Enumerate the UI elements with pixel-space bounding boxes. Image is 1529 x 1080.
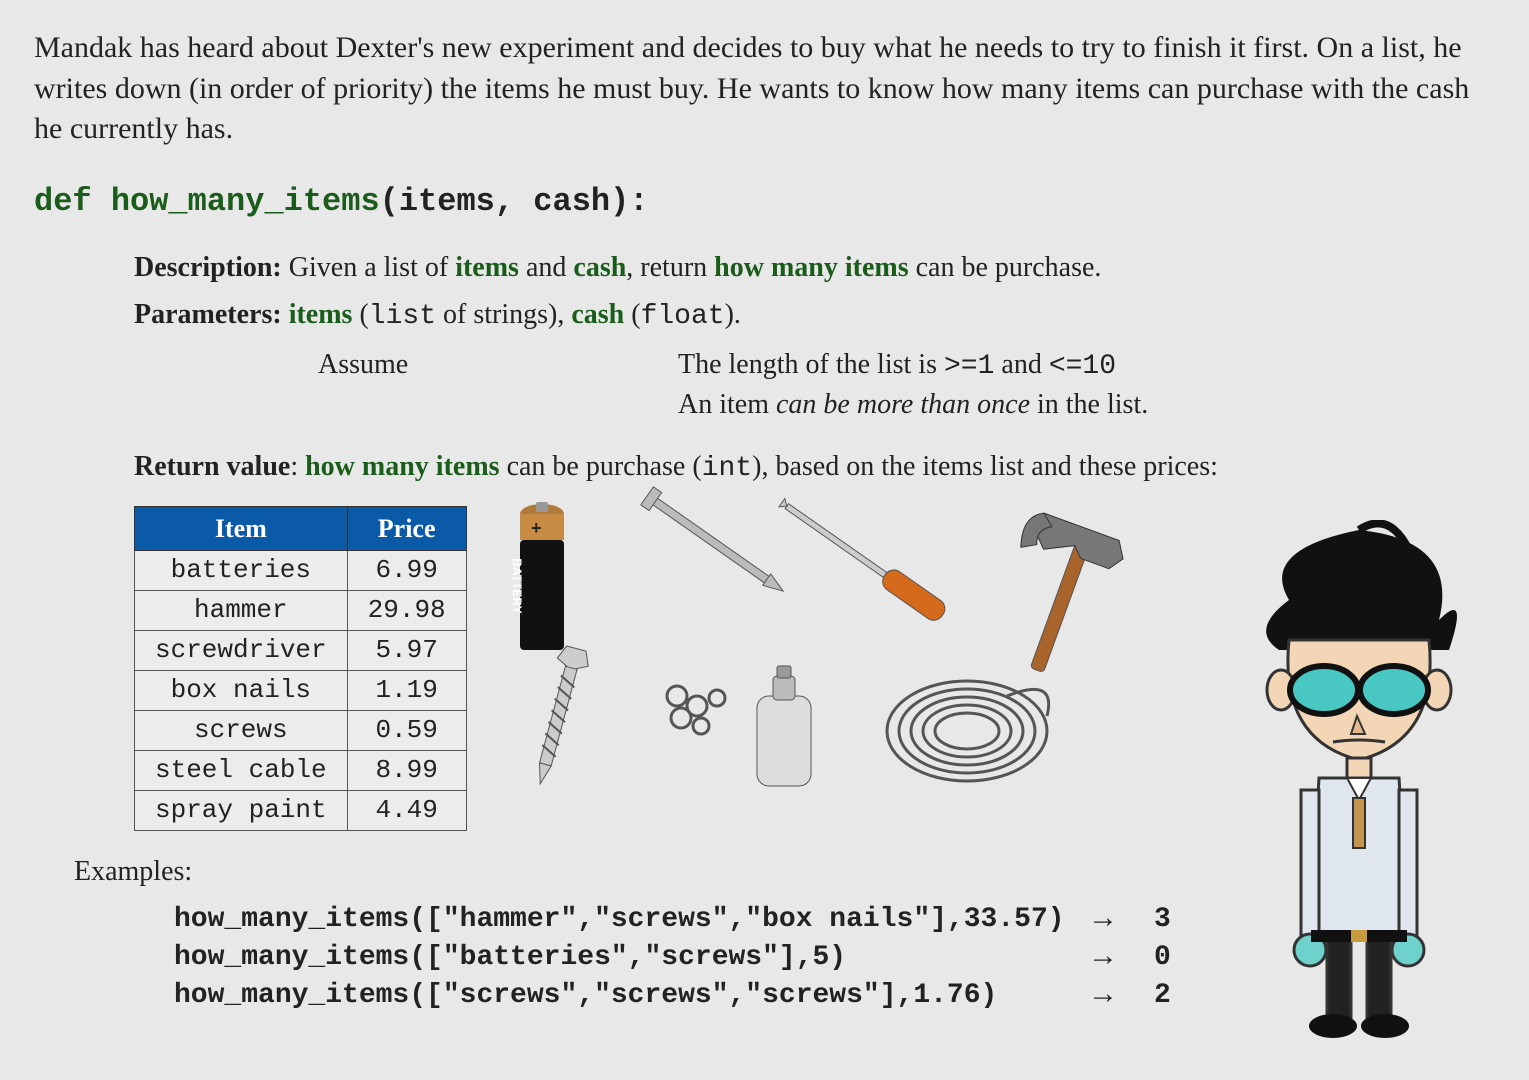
table-row: spray paint4.49 <box>135 791 467 831</box>
example-output: 2 <box>1154 977 1214 1015</box>
paren-open: ( <box>380 183 399 220</box>
cell-price: 6.99 <box>347 550 466 590</box>
screw-icon <box>497 636 617 806</box>
arrow-icon: → <box>1094 938 1154 979</box>
table-row: screwdriver5.97 <box>135 630 467 670</box>
table-row: hammer29.98 <box>135 590 467 630</box>
steel-cable-icon <box>867 656 1067 806</box>
cell-price: 5.97 <box>347 630 466 670</box>
cell-item: steel cable <box>135 751 348 791</box>
screwdriver-icon <box>757 486 977 646</box>
assume-body: The length of the list is >=1 and <=10 A… <box>678 346 1495 424</box>
return-value-label: Return value <box>134 451 290 482</box>
cell-item: box nails <box>135 671 348 711</box>
th-item: Item <box>135 506 348 550</box>
cell-item: screws <box>135 711 348 751</box>
table-row: box nails1.19 <box>135 671 467 711</box>
assume-row: Assume The length of the list is >=1 and… <box>134 346 1495 424</box>
paren-close: ): <box>610 183 648 220</box>
params: items, cash <box>399 183 610 220</box>
cell-price: 29.98 <box>347 590 466 630</box>
function-signature: def how_many_items(items, cash): <box>34 180 1495 223</box>
keyword-def: def <box>34 183 92 220</box>
parameters-line: Parameters: items (list of strings), cas… <box>134 296 1495 336</box>
func-name: how_many_items <box>111 183 380 220</box>
cell-price: 8.99 <box>347 751 466 791</box>
assume-label: Assume <box>134 346 678 384</box>
return-value-line: Return value: how many items can be purc… <box>134 448 1495 488</box>
example-call: how_many_items(["screws","screws","screw… <box>174 977 1094 1015</box>
svg-text:+: + <box>531 518 542 538</box>
example-call: how_many_items(["hammer","screws","box n… <box>174 901 1094 939</box>
parameters-label: Parameters: <box>134 299 282 330</box>
svg-text:BATTERY: BATTERY <box>510 558 524 613</box>
intro-text: Mandak has heard about Dexter's new expe… <box>34 28 1495 150</box>
table-row: steel cable8.99 <box>135 751 467 791</box>
spray-paint-icon <box>637 636 837 806</box>
table-row: batteries6.99 <box>135 550 467 590</box>
description-line: Description: Given a list of items and c… <box>134 249 1495 287</box>
description-label: Description: <box>134 252 282 283</box>
th-price: Price <box>347 506 466 550</box>
table-row: screws0.59 <box>135 711 467 751</box>
problem-page: Mandak has heard about Dexter's new expe… <box>0 0 1529 1035</box>
example-output: 0 <box>1154 939 1214 977</box>
cell-item: hammer <box>135 590 348 630</box>
cell-price: 0.59 <box>347 711 466 751</box>
cell-item: batteries <box>135 550 348 590</box>
example-call: how_many_items(["batteries","screws"],5) <box>174 939 1094 977</box>
cell-item: spray paint <box>135 791 348 831</box>
cell-item: screwdriver <box>135 630 348 670</box>
arrow-icon: → <box>1094 900 1154 941</box>
price-table: Item Price batteries6.99hammer29.98screw… <box>134 506 467 832</box>
mandak-character <box>1229 520 1489 1040</box>
example-output: 3 <box>1154 901 1214 939</box>
cell-price: 4.49 <box>347 791 466 831</box>
cell-price: 1.19 <box>347 671 466 711</box>
arrow-icon: → <box>1094 976 1154 1017</box>
